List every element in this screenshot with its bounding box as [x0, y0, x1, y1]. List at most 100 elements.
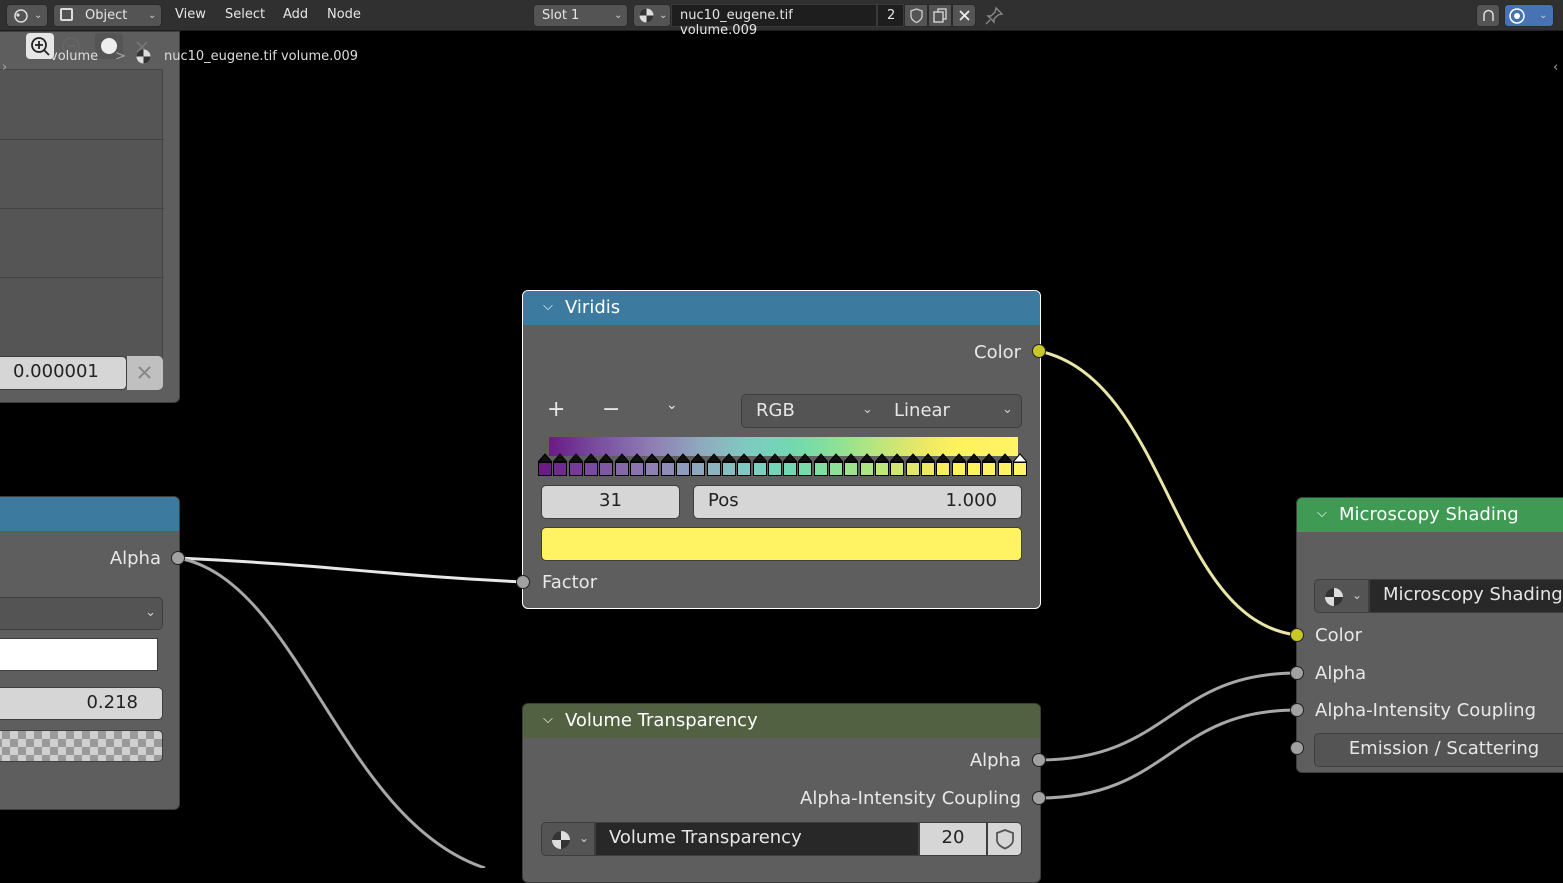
group-users-field[interactable]: 20	[919, 822, 987, 856]
microscopy-shading-node[interactable]: ⌵ Microscopy Shading ⌄ Microscopy Shadin…	[1296, 497, 1563, 773]
ramp-stop-marker[interactable]	[782, 453, 799, 476]
socket-color-out[interactable]	[1032, 344, 1046, 358]
input-label-coupling: Alpha-Intensity Coupling	[1315, 700, 1536, 721]
collapse-chevron-icon[interactable]: ⌵	[543, 712, 553, 727]
stop-position-field[interactable]: Pos 1.000	[693, 485, 1022, 519]
ramp-stop-marker[interactable]	[812, 453, 829, 476]
emission-scattering-button[interactable]: Emission / Scattering	[1314, 733, 1563, 767]
color-swatch-white[interactable]	[0, 638, 158, 671]
ramp-stop-marker[interactable]	[659, 453, 676, 476]
group-browse-button[interactable]: ⌄	[541, 822, 595, 856]
ramp-stop-marker[interactable]	[751, 453, 768, 476]
ramp-stop-marker[interactable]	[1011, 453, 1029, 476]
group-name-field[interactable]: Microscopy Shading	[1369, 579, 1563, 613]
ramp-stop-marker[interactable]	[950, 453, 967, 476]
ramp-stop-marker[interactable]	[766, 453, 783, 476]
viridis-title: Viridis	[565, 297, 621, 318]
chevron-down-icon: ⌄	[579, 831, 590, 845]
ramp-stop-marker[interactable]	[552, 453, 569, 476]
left-mid-node-header[interactable]	[0, 497, 179, 531]
checker-color-swatch[interactable]	[0, 730, 163, 762]
output-label-alpha: Alpha	[109, 548, 161, 569]
viridis-header[interactable]: ⌵ Viridis	[523, 291, 1040, 325]
ramp-stop-marker[interactable]	[797, 453, 814, 476]
color-mode-select[interactable]: RGB ⌄	[742, 395, 882, 427]
input-label-color: Color	[1315, 625, 1362, 646]
pos-value: 1.000	[945, 490, 997, 511]
chevron-down-icon: ⌄	[145, 605, 156, 620]
ramp-stop-marker[interactable]	[828, 453, 845, 476]
left-top-node[interactable]: 0.000001	[0, 31, 180, 403]
ramp-stop-marker[interactable]	[720, 453, 737, 476]
ramp-stop-marker[interactable]	[904, 453, 921, 476]
ramp-stop-marker[interactable]	[598, 453, 615, 476]
socket-coupling-in[interactable]	[1290, 703, 1304, 717]
ramp-stop-marker[interactable]	[674, 453, 691, 476]
socket-alpha-out[interactable]	[171, 551, 185, 565]
volume-transparency-header[interactable]: ⌵ Volume Transparency	[523, 704, 1040, 738]
ramp-stop-marker[interactable]	[628, 453, 646, 476]
microscopy-shading-header[interactable]: ⌵ Microscopy Shading	[1297, 498, 1563, 532]
ramp-stop-marker[interactable]	[858, 453, 875, 476]
ramp-stop-marker[interactable]	[981, 453, 998, 476]
left-mid-node[interactable]: Alpha ⌄ 0.218	[0, 496, 180, 810]
ramp-stop-marker[interactable]	[705, 453, 722, 476]
clip-value-field[interactable]: 0.000001	[0, 356, 127, 390]
socket-mode-in[interactable]	[1290, 741, 1304, 755]
socket-alpha-out[interactable]	[1032, 753, 1046, 767]
ramp-stop-marker[interactable]	[690, 453, 707, 476]
socket-color-in[interactable]	[1290, 628, 1304, 642]
volume-transparency-title: Volume Transparency	[565, 710, 758, 731]
ramp-stop-marker[interactable]	[536, 453, 554, 476]
socket-alpha-in[interactable]	[1290, 666, 1304, 680]
toolbar-toggle-icon[interactable]: ›	[2, 60, 7, 75]
group-browse-button[interactable]: ⌄	[1314, 579, 1369, 613]
interpolation-select[interactable]: Linear ⌄	[882, 395, 1022, 427]
volume-transparency-node[interactable]: ⌵ Volume Transparency Alpha Alpha-Intens…	[522, 703, 1041, 883]
stop-color-swatch[interactable]	[541, 527, 1022, 561]
pos-label: Pos	[708, 490, 739, 511]
fake-user-button[interactable]	[987, 822, 1022, 856]
grid-line	[0, 277, 164, 278]
color-mode-label: RGB	[756, 400, 795, 421]
link-alpha-offscreen	[177, 556, 486, 868]
zoom-in-icon	[31, 37, 50, 56]
viridis-node[interactable]: ⌵ Viridis Color + − ⌄ RGB ⌄ Linear ⌄ 31 …	[522, 290, 1041, 609]
ramp-stop-marker[interactable]	[889, 453, 906, 476]
color-ramp[interactable]	[536, 437, 1029, 477]
add-stop-button[interactable]: +	[547, 397, 565, 422]
breadcrumb-object: volume	[50, 49, 99, 64]
ramp-stop-marker[interactable]	[965, 453, 983, 476]
active-stop-index-field[interactable]: 31	[541, 485, 680, 519]
clear-button[interactable]	[127, 356, 163, 390]
left-mid-value-field[interactable]: 0.218	[0, 687, 163, 720]
remove-stop-button[interactable]: −	[602, 397, 620, 422]
socket-factor-in[interactable]	[516, 575, 530, 589]
output-label-alpha: Alpha	[969, 750, 1021, 771]
group-name-field[interactable]: Volume Transparency	[595, 822, 919, 856]
ramp-stop-marker[interactable]	[567, 453, 584, 476]
ramp-stop-marker[interactable]	[582, 453, 600, 476]
collapse-chevron-icon[interactable]: ⌵	[543, 299, 553, 314]
ramp-stop-marker[interactable]	[996, 453, 1013, 476]
link-color-color	[1038, 349, 1298, 637]
close-icon	[138, 366, 151, 379]
ramp-stop-marker[interactable]	[613, 453, 630, 476]
ramp-stop-marker[interactable]	[644, 453, 661, 476]
input-label-factor: Factor	[542, 572, 598, 593]
left-mid-dropdown[interactable]: ⌄	[0, 597, 163, 630]
link-coupling-coupling	[1038, 708, 1298, 800]
ramp-stop-marker[interactable]	[843, 453, 860, 476]
ramp-stop-marker[interactable]	[736, 453, 753, 476]
sidebar-toggle-icon[interactable]: ‹	[1553, 60, 1558, 75]
ramp-specials-chevron-icon[interactable]: ⌄	[666, 397, 678, 413]
chevron-down-icon: ⌄	[1352, 588, 1363, 602]
interpolation-label: Linear	[894, 400, 950, 421]
ramp-stop-marker[interactable]	[873, 453, 891, 476]
ramp-stop-marker[interactable]	[935, 453, 952, 476]
ramp-stop-marker[interactable]	[919, 453, 937, 476]
socket-coupling-out[interactable]	[1032, 791, 1046, 805]
curve-area[interactable]	[0, 69, 164, 380]
collapse-chevron-icon[interactable]: ⌵	[1317, 506, 1327, 521]
grid-line	[0, 139, 164, 140]
